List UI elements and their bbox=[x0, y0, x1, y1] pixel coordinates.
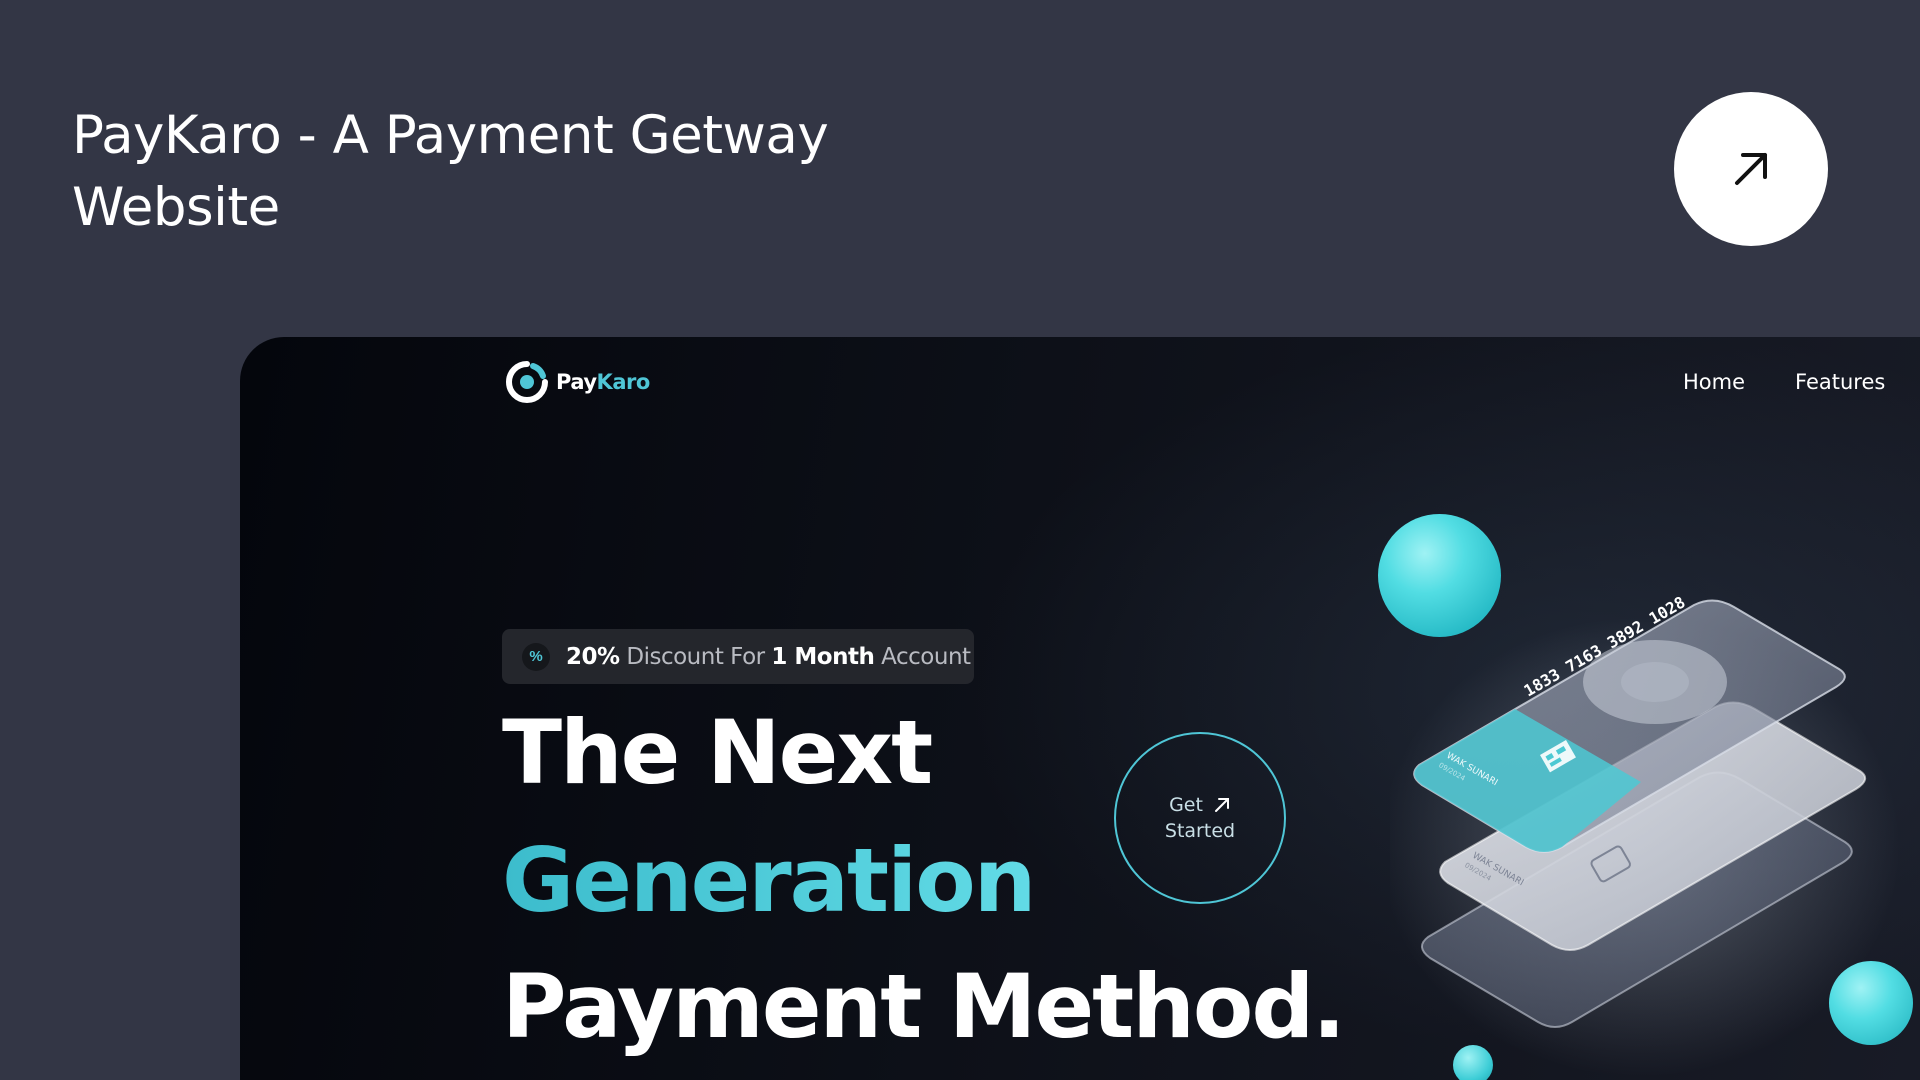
logo-text-pay: Pay bbox=[556, 370, 597, 394]
open-project-button[interactable] bbox=[1674, 92, 1828, 246]
website-preview: PayKaro Home Features % 20% Discount For… bbox=[240, 337, 1920, 1080]
percent-icon: % bbox=[522, 642, 550, 671]
discount-text: 20% Discount For 1 Month Account bbox=[566, 644, 971, 670]
hero-line-1: The Next bbox=[502, 701, 933, 804]
arrow-up-right-icon bbox=[1214, 798, 1229, 812]
arrow-up-right-icon bbox=[1735, 153, 1767, 185]
get-started-button[interactable]: Get Started bbox=[1114, 732, 1286, 904]
site-logo[interactable]: PayKaro bbox=[506, 361, 650, 403]
project-title-line2: Website bbox=[72, 177, 280, 238]
project-title-line1: PayKaro - A Payment Getway bbox=[72, 105, 829, 166]
discount-pct: 20% bbox=[566, 643, 620, 670]
logo-text-karo: Karo bbox=[596, 370, 651, 394]
project-title: PayKaro - A Payment Getway Website bbox=[72, 100, 829, 244]
hero-line-2: Generation bbox=[502, 829, 1036, 932]
hero-line-3: Payment Method. bbox=[502, 955, 1346, 1058]
site-nav: Home Features bbox=[1683, 370, 1885, 394]
nav-features[interactable]: Features bbox=[1795, 370, 1885, 394]
get-started-label-2: Started bbox=[1164, 820, 1236, 842]
discount-badge: % 20% Discount For 1 Month Account bbox=[502, 629, 974, 684]
discount-month: 1 Month bbox=[771, 643, 875, 670]
paykaro-logo-icon bbox=[506, 361, 548, 403]
get-started-label-1: Get bbox=[1169, 794, 1203, 816]
decorative-sphere bbox=[1453, 1045, 1493, 1080]
nav-home[interactable]: Home bbox=[1683, 370, 1745, 394]
decorative-sphere bbox=[1829, 961, 1913, 1045]
get-started-row: Get bbox=[1169, 794, 1231, 816]
logo-text: PayKaro bbox=[556, 370, 650, 394]
discount-tail: Account bbox=[874, 643, 971, 670]
discount-mid: Discount For bbox=[619, 643, 772, 670]
